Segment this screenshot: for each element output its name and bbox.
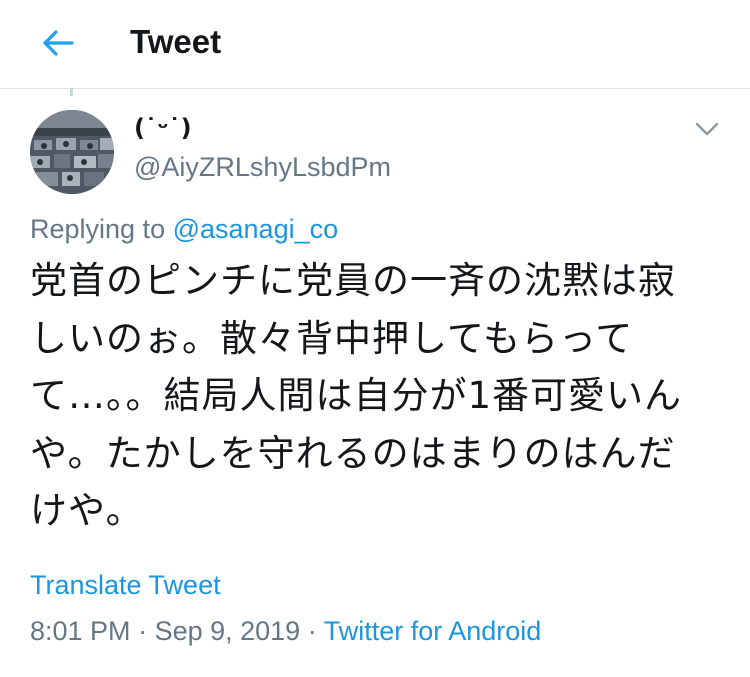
- arrow-left-icon: [43, 30, 74, 56]
- tweet-time: 8:01 PM: [30, 616, 131, 646]
- page-title: Tweet: [130, 23, 222, 60]
- back-button[interactable]: [38, 26, 78, 60]
- tweet-text: 党首のピンチに党員の一斉の沈黙は寂 しいのぉ。散々背中押してもらって て…。。結…: [30, 252, 720, 540]
- replying-to: Replying to @asanagi_co: [30, 212, 338, 246]
- tweet-text-line: 党首のピンチに党員の一斉の沈黙は寂: [30, 259, 676, 302]
- profile-photo: [30, 110, 114, 194]
- top-bar: Tweet: [0, 0, 750, 89]
- meta-separator: ·: [300, 616, 324, 646]
- thread-connector: [70, 88, 73, 96]
- tweet-text-line: しいのぉ。散々背中押してもらって: [30, 316, 634, 360]
- avatar[interactable]: [30, 110, 114, 194]
- replying-prefix: Replying to: [30, 214, 173, 244]
- tweet-text-line: けや。: [30, 489, 144, 532]
- tweet-text-line: や。たかしを守れるのはまりのはんだ: [30, 431, 676, 475]
- tweet-date: Sep 9, 2019: [154, 616, 301, 646]
- tweet-source-link[interactable]: Twitter for Android: [324, 616, 542, 646]
- tweet-menu-button[interactable]: [690, 112, 724, 146]
- meta-separator: ·: [130, 616, 155, 646]
- replying-mention-link[interactable]: @asanagi_co: [173, 214, 339, 244]
- translate-tweet-link[interactable]: Translate Tweet: [30, 568, 221, 602]
- chevron-down-icon: [695, 122, 719, 136]
- tweet-meta: 8:01 PM · Sep 9, 2019 · Twitter for Andr…: [30, 614, 541, 648]
- tweet-text-line: て…。。結局人間は自分が1番可愛いん: [30, 374, 683, 417]
- author-display-name[interactable]: (˙ᵕ˙): [134, 114, 192, 142]
- author-handle[interactable]: @AiyZRLshyLsbdPm: [134, 150, 391, 184]
